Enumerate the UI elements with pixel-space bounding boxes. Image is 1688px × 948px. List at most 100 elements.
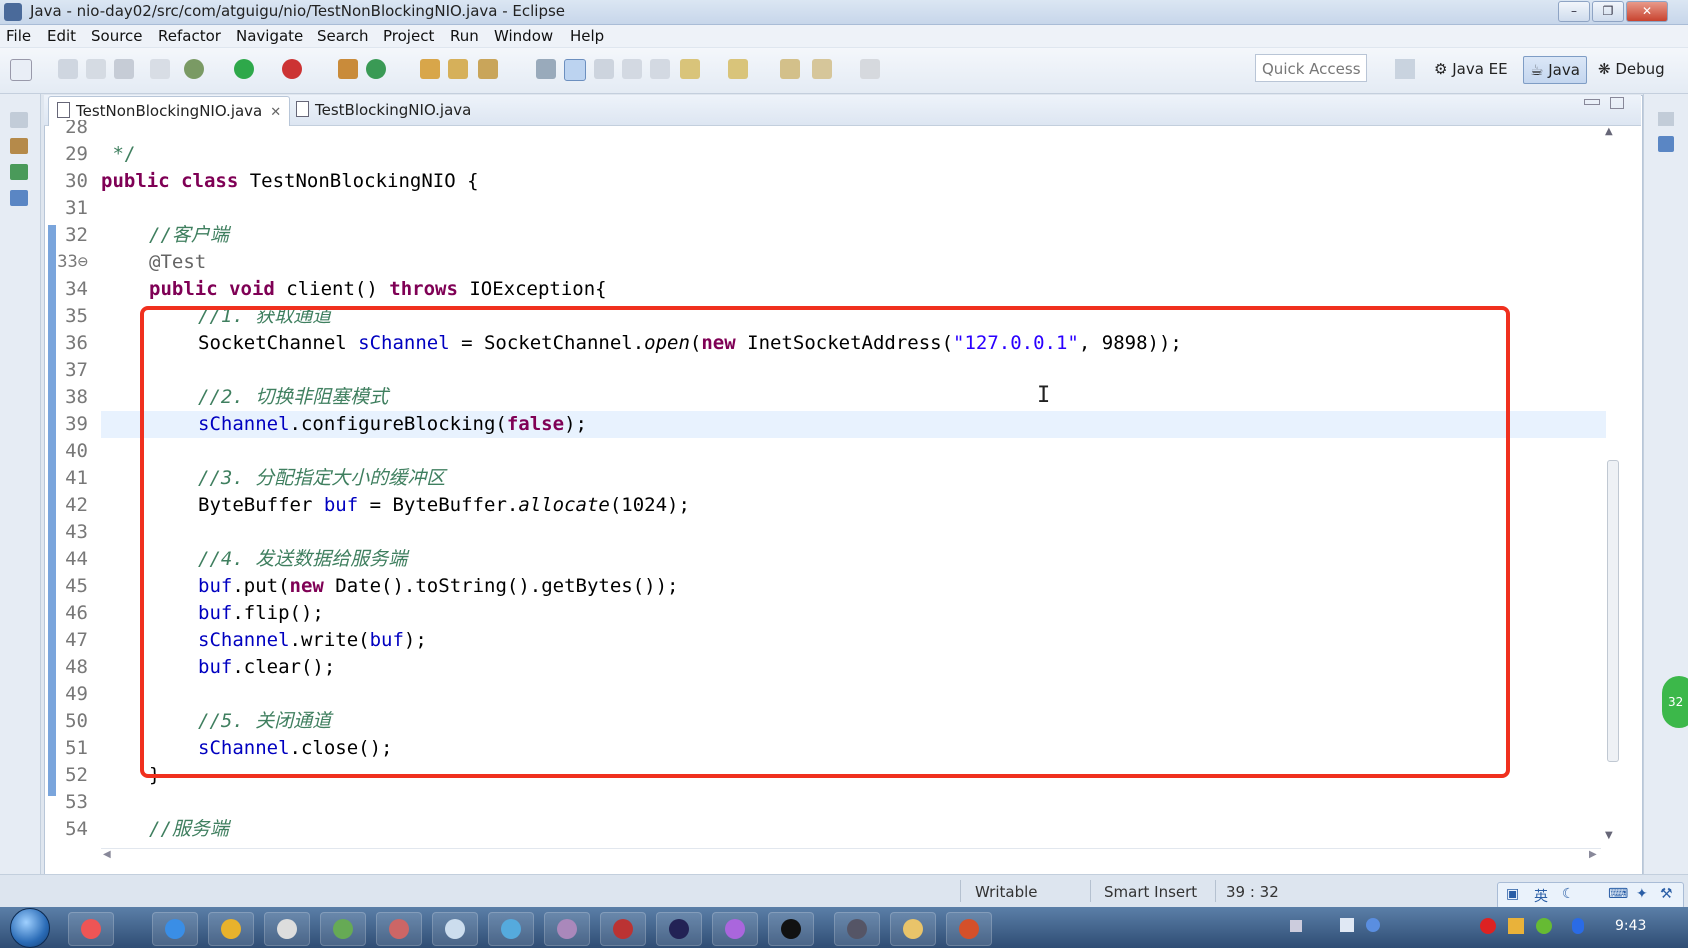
- horizontal-scrollbar[interactable]: ◀ ▶: [101, 848, 1601, 863]
- run-icon[interactable]: [234, 59, 254, 79]
- menu-help[interactable]: Help: [570, 27, 604, 45]
- outline-icon[interactable]: [10, 190, 28, 206]
- menu-window[interactable]: Window: [494, 27, 553, 45]
- menu-run[interactable]: Run: [450, 27, 479, 45]
- scroll-right-icon[interactable]: ▶: [1589, 849, 1597, 860]
- external-tools-icon[interactable]: [282, 59, 302, 79]
- floating-badge[interactable]: 32: [1662, 676, 1688, 728]
- taskbar-app-2[interactable]: [152, 912, 198, 946]
- perspective-java[interactable]: ☕ Java: [1523, 56, 1587, 84]
- menu-source[interactable]: Source: [91, 27, 143, 45]
- toggle-mark-icon[interactable]: [536, 59, 556, 79]
- tray-security-icon[interactable]: [1536, 918, 1552, 934]
- app-icon: [847, 919, 867, 939]
- taskbar-app-12[interactable]: [712, 912, 758, 946]
- taskbar-app-7[interactable]: [432, 912, 478, 946]
- taskbar-app-5[interactable]: [320, 912, 366, 946]
- menu-project[interactable]: Project: [383, 27, 434, 45]
- taskbar-app-11[interactable]: [656, 912, 702, 946]
- save-all-icon[interactable]: [86, 59, 106, 79]
- taskbar-app-1[interactable]: [68, 912, 114, 946]
- minimize-editor-icon[interactable]: [1584, 99, 1600, 105]
- show-whitespace-icon[interactable]: [622, 59, 642, 79]
- skip-breakpoints-icon[interactable]: [150, 59, 170, 79]
- menu-refactor[interactable]: Refactor: [158, 27, 221, 45]
- taskbar-app-8[interactable]: [488, 912, 534, 946]
- toggle-highlight-icon[interactable]: [564, 59, 586, 81]
- scroll-down-icon[interactable]: ▼: [1605, 830, 1613, 841]
- annotation-highlight-box: [140, 306, 1510, 778]
- tray-help-icon[interactable]: [1366, 918, 1380, 932]
- task-list-icon[interactable]: [1658, 136, 1674, 152]
- open-perspective-icon[interactable]: [1395, 59, 1415, 79]
- ime-toolbar[interactable]: ▣ 英 ☾ ⌨ ✦ ⚒: [1497, 882, 1684, 909]
- tab-close-icon[interactable]: ✕: [270, 105, 281, 120]
- print-icon[interactable]: [114, 59, 134, 79]
- scroll-left-icon[interactable]: ◀: [103, 849, 111, 860]
- tray-ime-icon[interactable]: [1340, 918, 1354, 932]
- status-writable: Writable: [975, 883, 1038, 901]
- maximize-button[interactable]: ❐: [1592, 1, 1624, 22]
- taskbar-app-9[interactable]: [544, 912, 590, 946]
- scroll-up-icon[interactable]: ▲: [1605, 126, 1613, 137]
- forward-icon[interactable]: [860, 59, 880, 79]
- start-button[interactable]: [10, 908, 50, 948]
- restore-icon[interactable]: [10, 112, 28, 128]
- taskbar-app-13[interactable]: [768, 912, 814, 946]
- ime-logo-icon[interactable]: ▣: [1506, 886, 1519, 902]
- close-button[interactable]: ✕: [1626, 1, 1668, 22]
- taskbar-app-3[interactable]: [208, 912, 254, 946]
- taskbar-app-6[interactable]: [376, 912, 422, 946]
- minimize-button[interactable]: –: [1558, 1, 1590, 22]
- status-separator: [960, 880, 961, 902]
- menu-search[interactable]: Search: [317, 27, 369, 45]
- app-icon: [333, 919, 353, 939]
- taskbar-app-4[interactable]: [264, 912, 310, 946]
- last-edit-icon[interactable]: [780, 59, 800, 79]
- tab-testblockingnio[interactable]: TestBlockingNIO.java: [288, 96, 479, 125]
- type-hierarchy-icon[interactable]: [10, 164, 28, 180]
- perspective-java-ee[interactable]: ⚙ Java EE: [1434, 56, 1508, 82]
- maximize-editor-icon[interactable]: [1610, 97, 1624, 109]
- restore-right-icon[interactable]: [1658, 112, 1674, 126]
- new-package-icon[interactable]: [366, 59, 386, 79]
- block-selection-icon[interactable]: [594, 59, 614, 79]
- open-task-icon[interactable]: [448, 59, 468, 79]
- tray-ch-icon[interactable]: [1290, 920, 1302, 932]
- vertical-scroll-thumb[interactable]: [1607, 460, 1619, 762]
- save-icon[interactable]: [58, 59, 78, 79]
- ime-language[interactable]: 英: [1534, 886, 1548, 906]
- ime-moon-icon[interactable]: ☾: [1562, 886, 1575, 902]
- taskbar-clock[interactable]: 9:43: [1615, 918, 1646, 934]
- ime-settings-icon[interactable]: ✦: [1636, 886, 1648, 902]
- perspective-debug[interactable]: ❋ Debug: [1598, 56, 1665, 82]
- ime-tool-icon[interactable]: ⚒: [1660, 886, 1673, 902]
- tray-app-icon[interactable]: [1508, 918, 1524, 934]
- app-icon: [669, 919, 689, 939]
- menu-edit[interactable]: Edit: [47, 27, 76, 45]
- taskbar-app-15[interactable]: [890, 912, 936, 946]
- quick-access-input[interactable]: Quick Access: [1255, 54, 1367, 82]
- open-type-icon[interactable]: [420, 59, 440, 79]
- pilcrow-icon[interactable]: [650, 59, 670, 79]
- taskbar-app-16[interactable]: [946, 912, 992, 946]
- package-explorer-icon[interactable]: [10, 138, 28, 154]
- prev-annotation-icon[interactable]: [728, 59, 748, 79]
- menu-file[interactable]: File: [6, 27, 31, 45]
- code-line-34: public void client() throws IOException{: [149, 278, 607, 300]
- debug-bug-icon: ❋: [1598, 60, 1616, 78]
- tray-bluetooth-icon[interactable]: [1572, 918, 1584, 934]
- debug-icon[interactable]: [184, 59, 204, 79]
- search-icon[interactable]: [478, 59, 498, 79]
- tray-record-icon[interactable]: [1480, 918, 1496, 934]
- next-annotation-icon[interactable]: [680, 59, 700, 79]
- back-icon[interactable]: [812, 59, 832, 79]
- line-number[interactable]: 33⊖: [56, 249, 88, 276]
- line-number: 30: [65, 170, 88, 192]
- ime-keyboard-icon[interactable]: ⌨: [1608, 886, 1628, 902]
- taskbar-app-14[interactable]: [834, 912, 880, 946]
- menu-navigate[interactable]: Navigate: [236, 27, 303, 45]
- taskbar-app-10[interactable]: [600, 912, 646, 946]
- new-java-project-icon[interactable]: [338, 59, 358, 79]
- new-icon[interactable]: [10, 59, 32, 81]
